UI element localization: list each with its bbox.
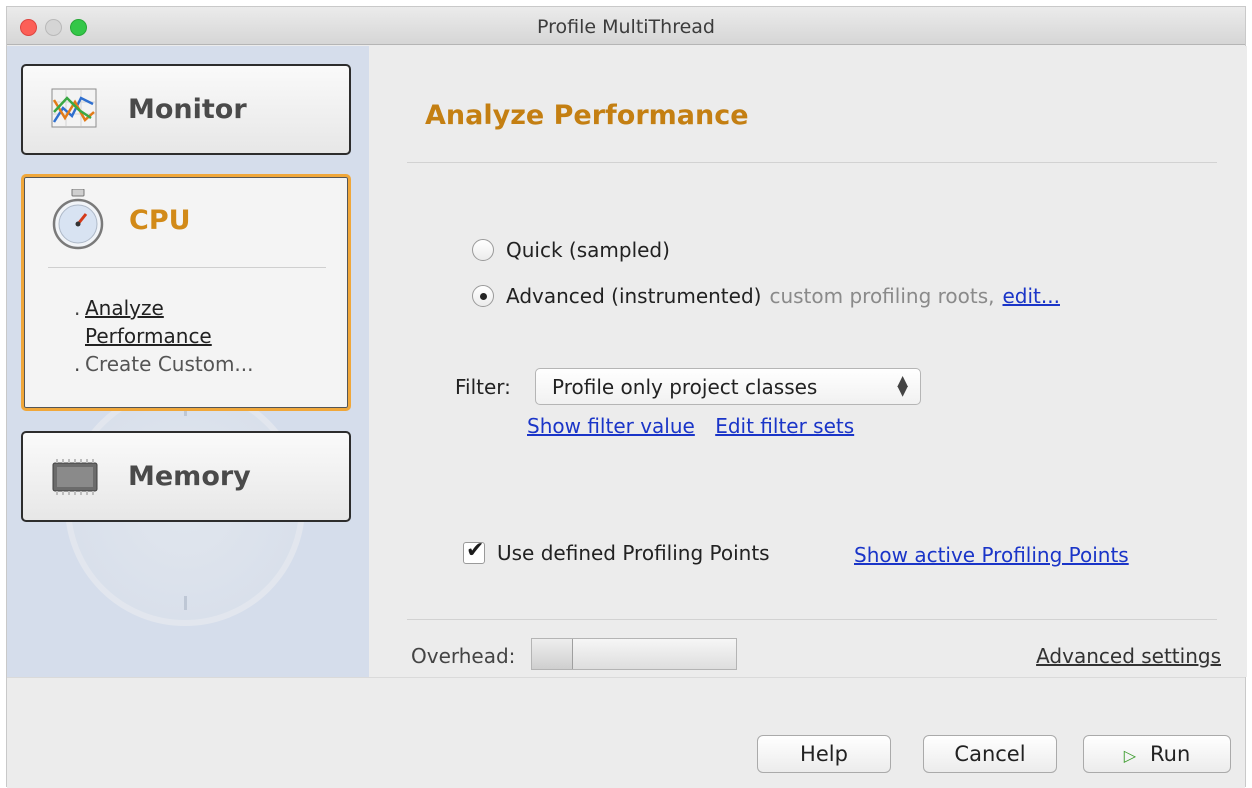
submenu-item-create-custom[interactable]: . Create Custom... — [74, 350, 254, 378]
overhead-meter — [531, 638, 737, 670]
edit-filter-sets-link[interactable]: Edit filter sets — [715, 414, 854, 438]
divider — [407, 162, 1217, 163]
category-monitor-label: Monitor — [128, 94, 247, 125]
profiling-points-option[interactable]: Use defined Profiling Points — [463, 538, 770, 565]
dialog-footer: Help Cancel ▷ Run — [7, 677, 1245, 788]
divider — [407, 619, 1217, 620]
advanced-settings-link[interactable]: Advanced settings — [1036, 644, 1221, 668]
show-active-profiling-points-link[interactable]: Show active Profiling Points — [854, 543, 1129, 567]
profiling-points-checkbox[interactable] — [463, 538, 485, 564]
cpu-divider — [48, 267, 326, 268]
select-arrows-icon: ▲ ▼ — [897, 373, 908, 399]
analyze-performance-link[interactable]: Analyze Performance — [85, 294, 245, 350]
mode-option-quick[interactable]: Quick (sampled) — [472, 238, 670, 262]
show-filter-value-link[interactable]: Show filter value — [527, 414, 695, 438]
play-icon: ▷ — [1123, 746, 1137, 765]
advanced-radio[interactable] — [472, 285, 494, 307]
edit-roots-link[interactable]: edit... — [1003, 284, 1060, 308]
category-memory-label: Memory — [128, 461, 251, 492]
category-cpu-label: CPU — [129, 205, 191, 236]
title-bar: Profile MultiThread — [7, 7, 1245, 45]
overhead-meter-fill — [532, 639, 573, 669]
overhead-label: Overhead: — [411, 644, 516, 668]
help-button[interactable]: Help — [757, 735, 891, 773]
quick-radio[interactable] — [472, 239, 494, 261]
filter-links: Show filter value Edit filter sets — [527, 414, 868, 438]
category-monitor[interactable]: Monitor — [21, 64, 351, 155]
profiling-roots-note: custom profiling roots, — [769, 284, 995, 308]
stopwatch-icon — [52, 188, 104, 255]
monitor-chart-icon — [51, 88, 97, 132]
submenu-item-analyze-performance[interactable]: . Analyze Performance — [74, 294, 254, 350]
advanced-radio-label: Advanced (instrumented) — [506, 284, 762, 308]
sidebar: Monitor CPU . Analyze Performance . Crea… — [7, 46, 369, 677]
cancel-button[interactable]: Cancel — [923, 735, 1057, 773]
category-memory[interactable]: Memory — [21, 431, 351, 522]
filter-select-value: Profile only project classes — [552, 375, 818, 399]
mode-option-advanced[interactable]: Advanced (instrumented) custom profiling… — [472, 284, 1060, 308]
profile-dialog: Profile MultiThread Monitor CPU . Analyz… — [6, 6, 1247, 788]
quick-radio-label: Quick (sampled) — [506, 238, 670, 262]
cpu-submenu: . Analyze Performance . Create Custom... — [74, 294, 254, 378]
filter-label: Filter: — [455, 375, 511, 399]
run-button-label: Run — [1150, 742, 1191, 766]
filter-select[interactable]: Profile only project classes ▲ ▼ — [535, 368, 921, 405]
page-title: Analyze Performance — [425, 100, 749, 131]
window-title: Profile MultiThread — [537, 16, 715, 38]
create-custom-link[interactable]: Create Custom... — [85, 350, 254, 378]
memory-chip-icon — [51, 457, 99, 501]
profiling-points-label: Use defined Profiling Points — [497, 541, 770, 565]
run-button[interactable]: ▷ Run — [1083, 735, 1231, 773]
category-cpu[interactable]: CPU . Analyze Performance . Create Custo… — [21, 174, 351, 411]
main-panel: Analyze Performance Quick (sampled) Adva… — [369, 46, 1247, 677]
